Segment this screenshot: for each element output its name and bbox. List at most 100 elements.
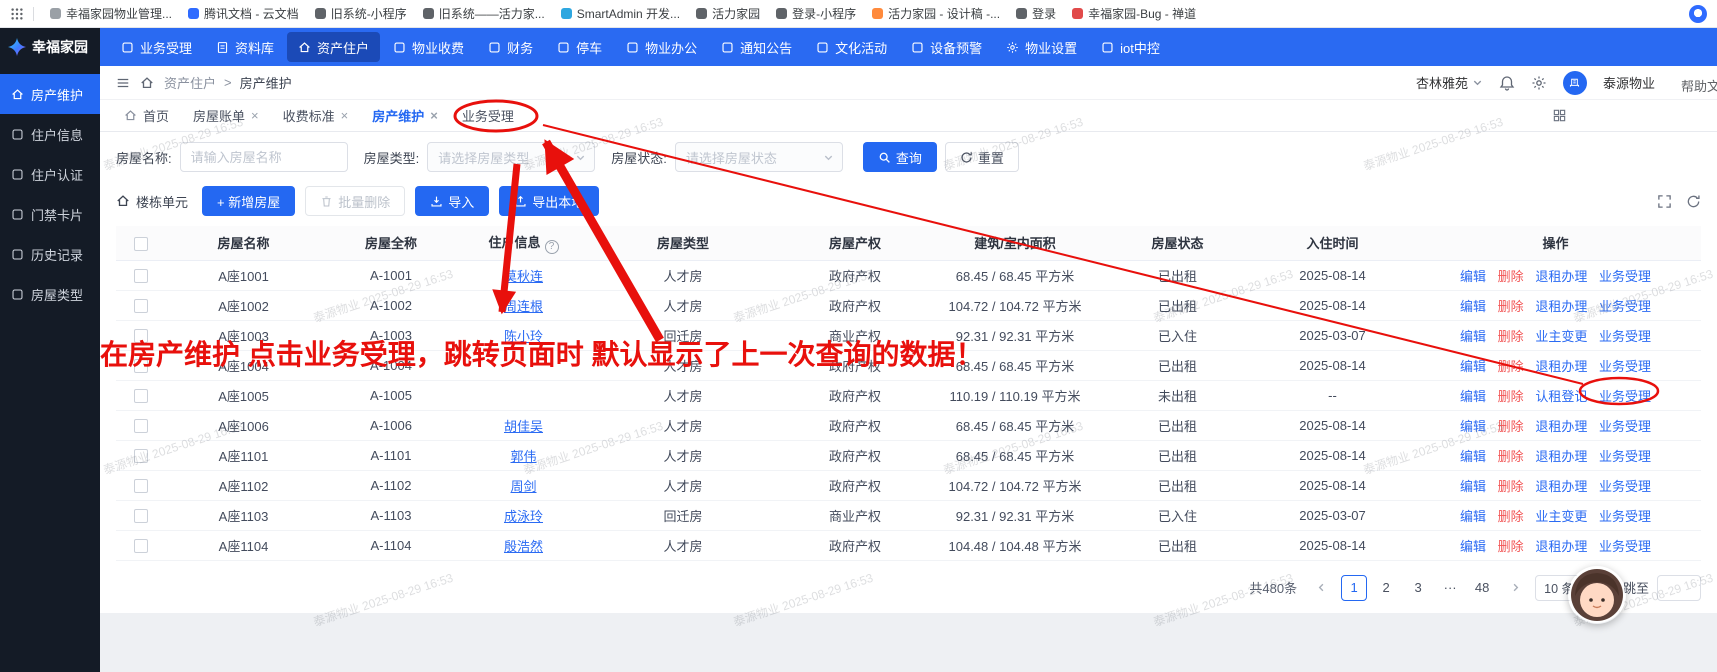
bookmark-item[interactable]: 登录 <box>1009 2 1063 25</box>
sidebar-collapse-icon[interactable] <box>116 76 130 90</box>
row-action-link[interactable]: 编辑 <box>1460 389 1486 404</box>
row-checkbox[interactable] <box>134 358 148 373</box>
topnav-item[interactable]: iot中控 <box>1090 32 1171 62</box>
row-action-link[interactable]: 删除 <box>1498 329 1524 344</box>
row-checkbox[interactable] <box>134 448 148 463</box>
row-action-link[interactable]: 业务受理 <box>1599 389 1651 404</box>
resident-link[interactable]: 陈小玲 <box>504 329 543 344</box>
tab-close-icon[interactable]: × <box>430 109 438 122</box>
row-action-link[interactable]: 业务受理 <box>1599 299 1651 314</box>
resident-link[interactable]: 殷浩然 <box>504 539 543 554</box>
row-action-link[interactable]: 业务受理 <box>1599 479 1651 494</box>
next-page-button[interactable] <box>1503 575 1527 601</box>
refresh-icon[interactable] <box>1686 194 1701 209</box>
sidebar-item[interactable]: 门禁卡片 <box>0 194 100 234</box>
topnav-item[interactable]: 物业办公 <box>615 32 708 62</box>
row-action-link[interactable]: 编辑 <box>1460 299 1486 314</box>
tab-close-icon[interactable]: × <box>251 109 259 122</box>
browser-profile-icon[interactable] <box>1689 4 1707 23</box>
page-number-button[interactable]: 3 <box>1405 575 1431 601</box>
row-action-link[interactable]: 编辑 <box>1460 329 1486 344</box>
row-action-link[interactable]: 删除 <box>1498 449 1524 464</box>
row-checkbox[interactable] <box>134 268 148 283</box>
page-tab[interactable]: 业务受理 <box>452 100 524 132</box>
building-unit-button[interactable]: 楼栋单元 <box>116 192 188 211</box>
row-checkbox[interactable] <box>134 328 148 343</box>
sidebar-item[interactable]: 历史记录 <box>0 234 100 274</box>
row-action-link[interactable]: 删除 <box>1498 419 1524 434</box>
bookmark-item[interactable]: 旧系统——活力家... <box>416 2 552 25</box>
page-number-button[interactable]: ··· <box>1437 575 1463 601</box>
house-name-input[interactable] <box>179 142 348 172</box>
row-action-link[interactable]: 删除 <box>1498 269 1524 284</box>
row-action-link[interactable]: 业务受理 <box>1599 269 1651 284</box>
row-action-link[interactable]: 业务受理 <box>1599 449 1651 464</box>
topnav-item[interactable]: 文化活动 <box>805 32 898 62</box>
add-house-button[interactable]: + 新增房屋 <box>202 186 296 216</box>
bookmark-item[interactable]: 腾讯文档 - 云文档 <box>181 2 306 25</box>
select-all-checkbox[interactable] <box>134 236 148 251</box>
project-selector[interactable]: 杏林雅苑 <box>1416 73 1483 92</box>
row-action-link[interactable]: 编辑 <box>1460 449 1486 464</box>
sidebar-item[interactable]: 住户信息 <box>0 114 100 154</box>
row-action-link[interactable]: 认租登记 <box>1535 389 1587 404</box>
row-action-link[interactable]: 编辑 <box>1460 269 1486 284</box>
topnav-item[interactable]: 资产住户 <box>287 32 381 62</box>
row-action-link[interactable]: 删除 <box>1498 299 1524 314</box>
row-action-link[interactable]: 业务受理 <box>1599 359 1651 374</box>
search-button[interactable]: 查询 <box>862 142 937 172</box>
page-number-button[interactable]: 1 <box>1341 574 1368 601</box>
row-action-link[interactable]: 退租办理 <box>1535 449 1587 464</box>
resident-link[interactable]: 周连根 <box>504 299 543 314</box>
row-checkbox[interactable] <box>134 508 148 523</box>
row-checkbox[interactable] <box>134 298 148 313</box>
row-action-link[interactable]: 编辑 <box>1460 359 1486 374</box>
reset-button[interactable]: 重置 <box>944 142 1019 172</box>
resident-link[interactable]: 周剑 <box>510 479 536 494</box>
bookmark-item[interactable]: 幸福家园物业管理... <box>43 2 179 25</box>
gear-icon[interactable] <box>1531 75 1547 91</box>
row-action-link[interactable]: 退租办理 <box>1535 539 1587 554</box>
page-tab[interactable]: 收费标准 × <box>273 100 359 132</box>
page-tab[interactable]: 首页 <box>114 100 179 132</box>
resident-info-help-icon[interactable]: ? <box>544 239 559 254</box>
row-checkbox[interactable] <box>134 418 148 433</box>
row-checkbox[interactable] <box>134 538 148 553</box>
fullscreen-expand-icon[interactable] <box>1657 194 1672 209</box>
house-status-select[interactable]: 请选择房屋状态 <box>674 142 843 172</box>
bookmark-item[interactable]: 活力家园 - 设计稿 -... <box>865 2 1007 25</box>
bookmark-item[interactable]: 活力家园 <box>689 2 767 25</box>
page-number-button[interactable]: 48 <box>1469 575 1495 601</box>
help-doc-link[interactable]: 帮助文档 <box>1681 76 1717 95</box>
house-type-select[interactable]: 请选择房屋类型 <box>427 142 596 172</box>
user-name[interactable]: 泰源物业 <box>1603 73 1655 92</box>
row-checkbox[interactable] <box>134 478 148 493</box>
row-action-link[interactable]: 业务受理 <box>1599 419 1651 434</box>
bookmark-item[interactable]: SmartAdmin 开发... <box>554 2 687 25</box>
topnav-item[interactable]: 通知公告 <box>710 32 803 62</box>
bookmark-item[interactable]: 幸福家园-Bug - 禅道 <box>1065 2 1203 25</box>
topnav-item[interactable]: 物业设置 <box>995 32 1088 62</box>
batch-delete-button[interactable]: 批量删除 <box>305 186 406 216</box>
topnav-item[interactable]: 业务受理 <box>110 32 203 62</box>
row-action-link[interactable]: 退租办理 <box>1535 299 1587 314</box>
sidebar-item[interactable]: 房屋类型 <box>0 274 100 314</box>
breadcrumb-home-icon[interactable] <box>140 76 154 90</box>
brand[interactable]: 幸福家园 <box>0 28 100 66</box>
resident-link[interactable]: 莫秋连 <box>504 269 543 284</box>
topnav-item[interactable]: 停车 <box>546 32 613 62</box>
sidebar-item[interactable]: 房产维护 <box>0 74 100 114</box>
row-action-link[interactable]: 业务受理 <box>1599 329 1651 344</box>
user-avatar[interactable] <box>1562 70 1587 95</box>
row-action-link[interactable]: 删除 <box>1498 359 1524 374</box>
page-number-button[interactable]: 2 <box>1373 575 1399 601</box>
row-action-link[interactable]: 退租办理 <box>1535 419 1587 434</box>
row-action-link[interactable]: 删除 <box>1498 479 1524 494</box>
tab-close-icon[interactable]: × <box>341 109 349 122</box>
prev-page-button[interactable] <box>1309 575 1333 601</box>
row-action-link[interactable]: 编辑 <box>1460 509 1486 524</box>
topnav-item[interactable]: 设备预警 <box>900 32 993 62</box>
topnav-item[interactable]: 财务 <box>477 32 544 62</box>
apps-grid-icon[interactable] <box>10 7 24 21</box>
sidebar-item[interactable]: 住户认证 <box>0 154 100 194</box>
